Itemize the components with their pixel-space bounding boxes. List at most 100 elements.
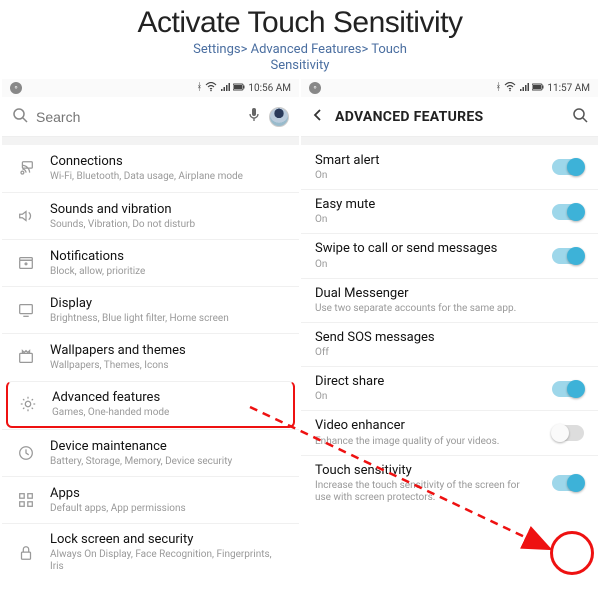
item-body: Dual MessengerUse two separate accounts … (315, 286, 584, 315)
item-subtitle: Wallpapers, Themes, Icons (50, 360, 285, 372)
item-title: Connections (50, 154, 285, 170)
signal-icon (220, 82, 230, 95)
item-title: Device maintenance (50, 439, 285, 455)
item-body: AppsDefault apps, App permissions (50, 486, 285, 515)
adv-item-direct-share[interactable]: Direct shareOn (301, 366, 598, 410)
item-subtitle: Brightness, Blue light filter, Home scre… (50, 313, 285, 325)
item-subtitle: Battery, Storage, Memory, Device securit… (50, 456, 285, 468)
advanced-header: ADVANCED FEATURES (301, 97, 598, 137)
status-bar: ⚬ ᚼ 10:56 AM (2, 79, 299, 97)
settings-item-wallpapers-and-themes[interactable]: Wallpapers and themesWallpapers, Themes,… (2, 333, 299, 380)
sound-icon (16, 206, 36, 226)
item-subtitle: Off (315, 347, 578, 359)
toggle[interactable] (552, 248, 584, 264)
settings-item-notifications[interactable]: NotificationsBlock, allow, prioritize (2, 239, 299, 286)
toggle[interactable] (552, 425, 584, 441)
search-icon (12, 107, 28, 127)
item-subtitle: On (315, 259, 536, 271)
settings-item-sounds-and-vibration[interactable]: Sounds and vibrationSounds, Vibration, D… (2, 192, 299, 239)
adv-item-swipe-to-call-or-send-messages[interactable]: Swipe to call or send messagesOn (301, 233, 598, 277)
bluetooth-icon: ᚼ (196, 83, 202, 93)
item-subtitle: On (315, 391, 536, 403)
toggle[interactable] (552, 204, 584, 220)
settings-item-device-maintenance[interactable]: Device maintenanceBattery, Storage, Memo… (2, 429, 299, 476)
settings-item-lock-screen-and-security[interactable]: Lock screen and securityAlways On Displa… (2, 523, 299, 581)
item-subtitle: Games, One-handed mode (52, 407, 283, 419)
breadcrumb-line-2: Sensitivity (271, 58, 330, 73)
toggle[interactable] (552, 381, 584, 397)
toggle-thumb (567, 474, 585, 492)
status-time: 10:56 AM (248, 83, 291, 94)
connections-icon (16, 159, 36, 179)
item-title: Sounds and vibration (50, 202, 285, 218)
toggle[interactable] (552, 475, 584, 491)
toggle-thumb (567, 380, 585, 398)
item-body: Send SOS messagesOff (315, 330, 584, 359)
toggle-thumb (567, 247, 585, 265)
toggle-thumb (567, 158, 585, 176)
item-body: Lock screen and securityAlways On Displa… (50, 532, 285, 573)
settings-list: ConnectionsWi-Fi, Bluetooth, Data usage,… (2, 145, 299, 581)
item-subtitle: Default apps, App permissions (50, 503, 285, 515)
reddit-icon: ⚬ (309, 82, 321, 94)
item-subtitle: Wi-Fi, Bluetooth, Data usage, Airplane m… (50, 171, 285, 183)
adv-item-dual-messenger[interactable]: Dual MessengerUse two separate accounts … (301, 278, 598, 322)
back-icon[interactable] (311, 106, 325, 127)
item-subtitle: Sounds, Vibration, Do not disturb (50, 219, 285, 231)
settings-item-display[interactable]: DisplayBrightness, Blue light filter, Ho… (2, 286, 299, 333)
item-title: Wallpapers and themes (50, 343, 285, 359)
battery-icon (233, 82, 245, 95)
toggle[interactable] (552, 159, 584, 175)
item-subtitle: On (315, 170, 536, 182)
battery-icon (532, 82, 544, 95)
mic-icon[interactable] (247, 107, 261, 127)
adv-item-easy-mute[interactable]: Easy muteOn (301, 189, 598, 233)
wifi-icon (205, 82, 217, 95)
notifications-icon (16, 253, 36, 273)
item-body: Swipe to call or send messagesOn (315, 241, 542, 270)
toggle-thumb (567, 203, 585, 221)
item-title: Touch sensitivity (315, 463, 536, 479)
signal-icon (519, 82, 529, 95)
search-input[interactable] (36, 109, 239, 125)
settings-item-advanced-features[interactable]: Advanced featuresGames, One-handed mode (6, 381, 295, 428)
item-body: Device maintenanceBattery, Storage, Memo… (50, 439, 285, 468)
item-body: Video enhancerEnhance the image quality … (315, 418, 542, 447)
item-title: Display (50, 296, 285, 312)
advanced-title: ADVANCED FEATURES (335, 109, 483, 125)
item-subtitle: On (315, 214, 536, 226)
item-title: Easy mute (315, 197, 536, 213)
item-body: Advanced featuresGames, One-handed mode (52, 390, 283, 419)
avatar[interactable] (269, 107, 289, 127)
search-icon[interactable] (572, 107, 588, 127)
item-title: Lock screen and security (50, 532, 285, 548)
advanced-icon (18, 394, 38, 414)
search-bar[interactable] (2, 97, 299, 137)
status-time: 11:57 AM (547, 83, 590, 94)
item-body: Smart alertOn (315, 153, 542, 182)
breadcrumb-line-1: Settings> Advanced Features> Touch (193, 42, 407, 57)
adv-item-touch-sensitivity[interactable]: Touch sensitivityIncrease the touch sens… (301, 455, 598, 511)
adv-item-smart-alert[interactable]: Smart alertOn (301, 145, 598, 189)
toggle-thumb (551, 424, 569, 442)
wifi-icon (504, 82, 516, 95)
item-subtitle: Always On Display, Face Recognition, Fin… (50, 549, 285, 573)
reddit-icon: ⚬ (10, 82, 22, 94)
item-title: Dual Messenger (315, 286, 578, 302)
item-body: Direct shareOn (315, 374, 542, 403)
item-body: Wallpapers and themesWallpapers, Themes,… (50, 343, 285, 372)
phone-advanced-features: ⚬ ᚼ 11:57 AM ADVANCED FEATURES (301, 79, 598, 581)
adv-item-send-sos-messages[interactable]: Send SOS messagesOff (301, 322, 598, 366)
page-title: Activate Touch Sensitivity (0, 6, 600, 40)
settings-item-connections[interactable]: ConnectionsWi-Fi, Bluetooth, Data usage,… (2, 145, 299, 192)
item-title: Video enhancer (315, 418, 536, 434)
display-icon (16, 300, 36, 320)
settings-item-apps[interactable]: AppsDefault apps, App permissions (2, 476, 299, 523)
adv-item-video-enhancer[interactable]: Video enhancerEnhance the image quality … (301, 410, 598, 454)
item-body: NotificationsBlock, allow, prioritize (50, 249, 285, 278)
item-subtitle: Increase the touch sensitivity of the sc… (315, 480, 536, 504)
wallpaper-icon (16, 347, 36, 367)
item-body: Sounds and vibrationSounds, Vibration, D… (50, 202, 285, 231)
item-title: Advanced features (52, 390, 283, 406)
item-body: Touch sensitivityIncrease the touch sens… (315, 463, 542, 504)
